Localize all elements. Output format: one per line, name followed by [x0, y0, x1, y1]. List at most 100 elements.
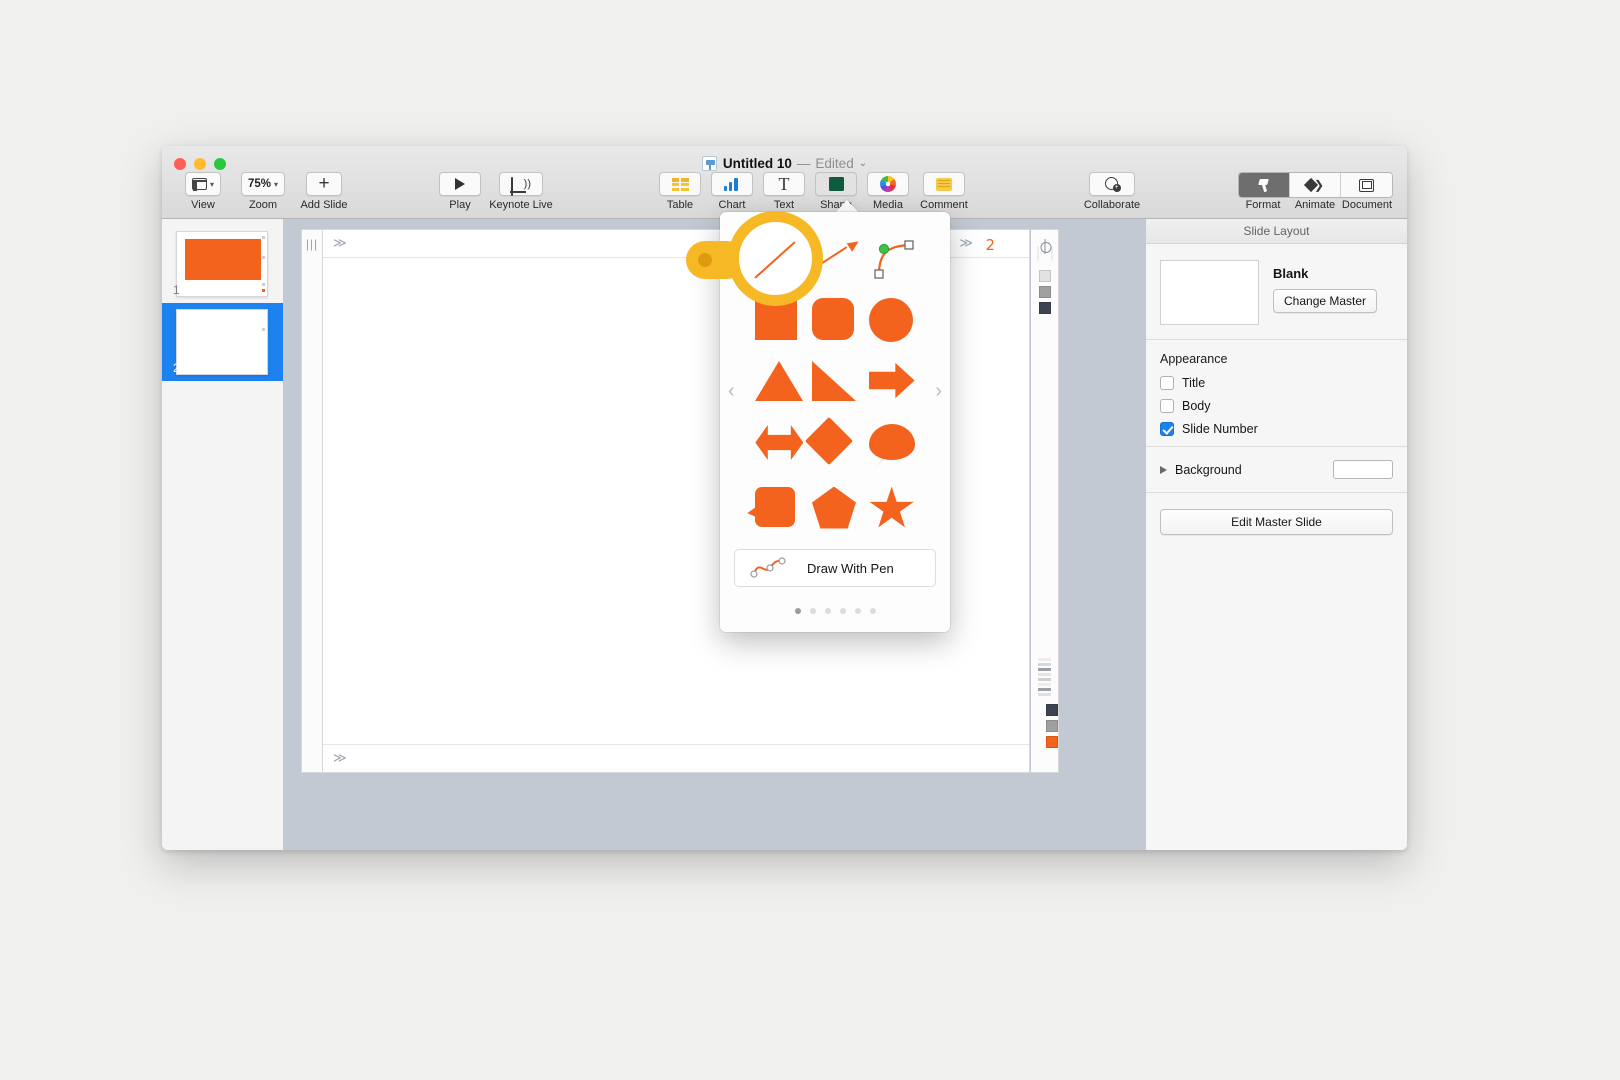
keynote-live-button[interactable]: ))	[499, 172, 543, 196]
window-toolbar: Untitled 10 — Edited ⌄ ▾ View 75% ▾ Zoom…	[162, 146, 1407, 219]
shapes-popover[interactable]: ‹ › Draw With Pen	[720, 212, 950, 632]
shape-arrow-line[interactable]	[809, 236, 862, 280]
background-disclosure[interactable]: Background	[1160, 463, 1242, 477]
edit-master-slide-button[interactable]: Edit Master Slide	[1160, 509, 1393, 535]
tab-document[interactable]	[1341, 173, 1392, 197]
chart-button[interactable]	[711, 172, 753, 196]
page-dot[interactable]	[839, 608, 846, 614]
toolbar-zoom[interactable]: 75% ▾ Zoom	[234, 172, 292, 211]
slide-navigator[interactable]: 1 2	[162, 219, 284, 850]
checkbox-slide-number[interactable]	[1160, 422, 1174, 436]
toolbar-text[interactable]: T Text	[755, 172, 813, 211]
shape-pentagon[interactable]	[811, 486, 856, 529]
shape-double-arrow[interactable]	[755, 425, 804, 460]
background-row[interactable]: Background	[1146, 447, 1407, 493]
shape-triangle[interactable]	[755, 360, 804, 401]
change-master-button[interactable]: Change Master	[1273, 289, 1378, 313]
toolbar-comment[interactable]: Comment	[915, 172, 973, 211]
color-swatch-gray[interactable]	[1046, 720, 1058, 732]
toolbar-play[interactable]: Play	[431, 172, 489, 211]
toolbar-keynote-live[interactable]: )) Keynote Live	[489, 172, 553, 211]
color-swatch[interactable]	[1038, 286, 1051, 298]
document-title[interactable]: Untitled 10 — Edited ⌄	[162, 156, 1407, 171]
bottom-left-chevron-icon: ≫	[333, 750, 347, 765]
zoom-button[interactable]: 75% ▾	[240, 172, 286, 196]
color-swatch[interactable]	[1038, 270, 1051, 282]
shape-bezier-curve[interactable]	[867, 236, 917, 280]
toolbar-view[interactable]: ▾ View	[174, 172, 232, 211]
checkbox-row-body[interactable]: Body	[1160, 399, 1393, 413]
canvas-left-rail[interactable]: |||	[301, 229, 322, 773]
toolbar-add-slide[interactable]: + Add Slide	[295, 172, 353, 211]
toolbar-label: Play	[449, 199, 471, 211]
background-color-well[interactable]	[1333, 460, 1393, 479]
thumbnail-orange-rect	[185, 239, 261, 280]
color-palette-strip[interactable]	[1031, 658, 1058, 748]
top-left-chevron-icon: ≫	[333, 235, 347, 250]
page-dot[interactable]	[809, 608, 816, 614]
text-button[interactable]: T	[763, 172, 805, 196]
checkbox-row-title[interactable]: Title	[1160, 376, 1393, 390]
text-icon: T	[778, 174, 790, 194]
view-button[interactable]: ▾	[184, 172, 221, 196]
shape-square[interactable]	[755, 297, 798, 340]
shape-button[interactable]	[815, 172, 857, 196]
inspector-tab-group[interactable]: ❯	[1238, 172, 1393, 198]
alignment-target-icon[interactable]	[1037, 239, 1052, 254]
collaborate-button[interactable]: +	[1089, 172, 1135, 196]
table-button[interactable]	[659, 172, 701, 196]
media-button[interactable]	[867, 172, 909, 196]
toolbar-media[interactable]: Media	[859, 172, 917, 211]
page-dot[interactable]	[854, 608, 861, 614]
table-icon	[671, 177, 689, 191]
canvas-right-rail[interactable]	[1031, 229, 1059, 773]
checkbox-title[interactable]	[1160, 376, 1174, 390]
page-dot[interactable]	[869, 608, 876, 614]
toolbar-chart[interactable]: Chart	[703, 172, 761, 211]
tab-animate[interactable]: ❯	[1290, 173, 1341, 197]
toolbar-label: View	[191, 199, 215, 211]
shape-grid[interactable]	[750, 226, 920, 541]
chevron-down-icon: ▾	[209, 179, 214, 189]
page-dot[interactable]	[824, 608, 831, 614]
toolbar-table[interactable]: Table	[651, 172, 709, 211]
shape-arrow[interactable]	[868, 362, 915, 399]
draw-with-pen-button[interactable]: Draw With Pen	[734, 549, 936, 587]
comment-button[interactable]	[923, 172, 965, 196]
shape-speech-bubble[interactable]	[868, 423, 915, 460]
canvas-area[interactable]: ||| ≫ ≫ 2 ≫	[284, 219, 1145, 850]
checkbox-label: Body	[1182, 399, 1211, 413]
checkbox-body[interactable]	[1160, 399, 1174, 413]
palette-line	[1038, 658, 1051, 661]
chevron-down-icon[interactable]: ⌄	[859, 158, 867, 169]
shape-diamond[interactable]	[804, 416, 854, 465]
play-button[interactable]	[439, 172, 481, 196]
checkbox-row-slide-number[interactable]: Slide Number	[1160, 422, 1393, 436]
inspector-tab-labels: Format Animate Document	[1237, 199, 1393, 211]
checkbox-label: Title	[1182, 376, 1206, 390]
slide-thumbnail-1[interactable]: 1	[162, 225, 283, 303]
tab-label-animate: Animate	[1294, 199, 1336, 211]
add-slide-button[interactable]: +	[306, 172, 342, 196]
slide-thumbnail-2[interactable]: 2	[162, 303, 283, 381]
shape-icon	[828, 177, 844, 191]
tab-format[interactable]	[1239, 173, 1290, 197]
color-swatch-dark[interactable]	[1046, 704, 1058, 716]
chart-icon	[723, 177, 741, 191]
shape-line[interactable]	[756, 236, 800, 280]
toolbar-collaborate[interactable]: + Collaborate	[1072, 172, 1152, 211]
shape-rounded-rectangle[interactable]	[811, 297, 854, 340]
shape-right-triangle[interactable]	[811, 360, 856, 401]
palette-line	[1038, 673, 1051, 676]
palette-line	[1038, 668, 1051, 671]
popover-page-dots[interactable]	[720, 608, 950, 614]
shape-quote-bubble[interactable]	[755, 486, 796, 527]
shape-star[interactable]	[869, 486, 914, 528]
master-thumbnail[interactable]	[1160, 260, 1259, 325]
page-dot[interactable]	[794, 608, 801, 614]
popover-prev-page[interactable]: ‹	[728, 380, 735, 403]
color-swatch[interactable]	[1038, 302, 1051, 314]
popover-next-page[interactable]: ›	[935, 380, 942, 403]
shape-circle[interactable]	[868, 297, 913, 342]
color-swatch-orange[interactable]	[1046, 736, 1058, 748]
